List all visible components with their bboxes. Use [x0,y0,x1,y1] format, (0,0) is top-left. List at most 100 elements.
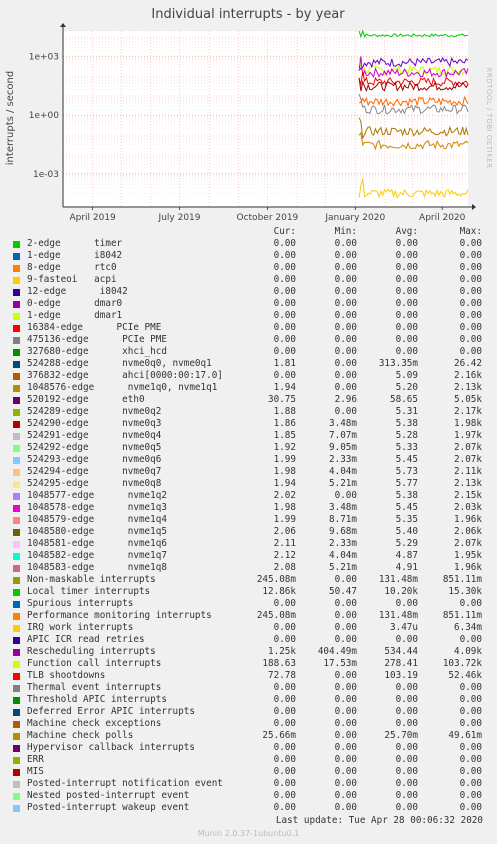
x-tick-label: July 2019 [158,213,201,223]
legend-cur-value: 0.00 [273,274,296,285]
legend-cur-value: 72.78 [268,670,296,681]
legend-series-name: Performance monitoring interrupts [27,610,212,621]
legend-cur-value: 1.99 [273,454,296,465]
x-axis-arrow-icon [472,204,476,210]
legend-row: 1048582-edge nvme1q7 2.12 4.04m 4.87 1.95k [0,550,497,562]
legend-max-value: 49.61m [448,730,482,741]
legend-row: Nested posted-interrupt event 0.00 0.00 0.0… [0,790,497,802]
last-update: Last update: Tue Apr 28 00:06:32 2020 [275,815,483,826]
legend-max-value: 2.11k [454,466,482,477]
legend-min-value: 9.05m [329,442,357,453]
legend-series-name: Local timer interrupts [27,586,151,597]
legend-cur-value: 0.00 [273,802,296,813]
legend-min-value: 0.00 [334,778,357,789]
legend-avg-value: 131.48m [378,574,418,585]
legend-min-value: 0.00 [334,346,357,357]
legend-series-name: 524290-edge nvme0q3 [27,418,162,429]
legend-series-name: 1048580-edge nvme1q5 [27,526,167,537]
legend-avg-value: 0.00 [395,790,418,801]
legend-row: 1-edge dmar1 0.00 0.00 0.00 0.00 [0,310,497,322]
legend-min-value: 2.33m [329,538,357,549]
header-avg: Avg: [395,226,418,237]
legend-cur-value: 2.02 [273,490,296,501]
legend-avg-value: 534.44 [384,646,418,657]
legend-min-value: 0.00 [334,298,357,309]
legend-swatch [13,553,20,560]
legend-avg-value: 0.00 [395,346,418,357]
legend-cur-value: 0.00 [273,250,296,261]
legend-table: Cur: Min: Avg: Max: 2-edge timer 0.00 0.00… [0,226,497,814]
legend-swatch [13,457,20,464]
legend-cur-value: 1.85 [273,430,296,441]
legend-min-value: 7.07m [329,430,357,441]
legend-max-value: 0.00 [459,310,482,321]
legend-row: 327680-edge xhci_hcd 0.00 0.00 0.00 0.00 [0,346,497,358]
legend-min-value: 2.33m [329,454,357,465]
legend-series-name: Deferred Error APIC interrupts [27,706,195,717]
legend-series-name: TLB shootdowns [27,670,106,681]
legend-min-value: 0.00 [334,250,357,261]
legend-swatch [13,769,20,776]
legend-series-name: 524295-edge nvme0q8 [27,478,162,489]
legend-max-value: 0.00 [459,238,482,249]
legend-cur-value: 25.66m [262,730,296,741]
legend-swatch [13,745,20,752]
legend-avg-value: 5.29 [395,538,418,549]
legend-min-value: 2.96 [334,394,357,405]
legend-cur-value: 1.98 [273,502,296,513]
legend-avg-value: 0.00 [395,298,418,309]
legend-row: Posted-interrupt notification event 0.00 0… [0,778,497,790]
legend-series-name: 12-edge i8042 [27,286,128,297]
legend-row: 524295-edge nvme0q8 1.94 5.21m 5.77 2.13k [0,478,497,490]
legend-series-name: 520192-edge eth0 [27,394,145,405]
legend-min-value: 4.04m [329,466,357,477]
legend-avg-value: 10.20k [384,586,418,597]
legend-max-value: 2.07k [454,442,482,453]
legend-row: IRQ work interrupts 0.00 0.00 3.47u 6.34m [0,622,497,634]
legend-row: Hypervisor callback interrupts 0.00 0.00 0.… [0,742,497,754]
legend-row: 1048579-edge nvme1q4 1.99 8.71m 5.35 1.96k [0,514,497,526]
legend-min-value: 0.00 [334,634,357,645]
legend-row: 2-edge timer 0.00 0.00 0.00 0.00 [0,238,497,250]
munin-graph-page: Individual interrupts - by year interrup… [0,0,497,844]
legend-max-value: 2.07k [454,538,482,549]
legend-row: 524290-edge nvme0q3 1.86 3.48m 5.38 1.98k [0,418,497,430]
legend-row: 1048581-edge nvme1q6 2.11 2.33m 5.29 2.07k [0,538,497,550]
legend-series-name: APIC ICR read retries [27,634,145,645]
legend-swatch [13,397,20,404]
legend-series-name: 524291-edge nvme0q4 [27,430,162,441]
legend-avg-value: 0.00 [395,742,418,753]
legend-row: 475136-edge PCIe PME 0.00 0.00 0.00 0.00 [0,334,497,346]
legend-max-value: 1.95k [454,550,482,561]
legend-series-name: Spurious interrupts [27,598,134,609]
legend-series-name: 524288-edge nvme0q0, nvme0q1 [27,358,212,369]
legend-row: 16384-edge PCIe PME 0.00 0.00 0.00 0.00 [0,322,497,334]
legend-max-value: 0.00 [459,298,482,309]
legend-series-name: Non-maskable interrupts [27,574,156,585]
legend-series-name: 1048581-edge nvme1q6 [27,538,167,549]
legend-swatch [13,301,20,308]
legend-series-name: 8-edge rtc0 [27,262,117,273]
legend-swatch [13,421,20,428]
legend-avg-value: 0.00 [395,754,418,765]
legend-min-value: 0.00 [334,490,357,501]
legend-swatch [13,361,20,368]
legend-series-name: Hypervisor callback interrupts [27,742,195,753]
legend-series-name: ERR [27,754,44,765]
legend-avg-value: 0.00 [395,766,418,777]
legend-series-name: Function call interrupts [27,658,162,669]
legend-row: 0-edge dmar0 0.00 0.00 0.00 0.00 [0,298,497,310]
legend-series-name: 1048576-edge nvme1q0, nvme1q1 [27,382,218,393]
legend-min-value: 0.00 [334,406,357,417]
legend-swatch [13,541,20,548]
legend-swatch [13,577,20,584]
legend-series-name: 1-edge dmar1 [27,310,123,321]
y-tick-label: 1e-03 [33,170,59,180]
legend-max-value: 0.00 [459,322,482,333]
legend-swatch [13,493,20,500]
legend-row: APIC ICR read retries 0.00 0.00 0.00 0.00 [0,634,497,646]
legend-avg-value: 0.00 [395,238,418,249]
legend-avg-value: 0.00 [395,718,418,729]
legend-series-name: 9-fasteoi acpi [27,274,117,285]
legend-swatch [13,241,20,248]
